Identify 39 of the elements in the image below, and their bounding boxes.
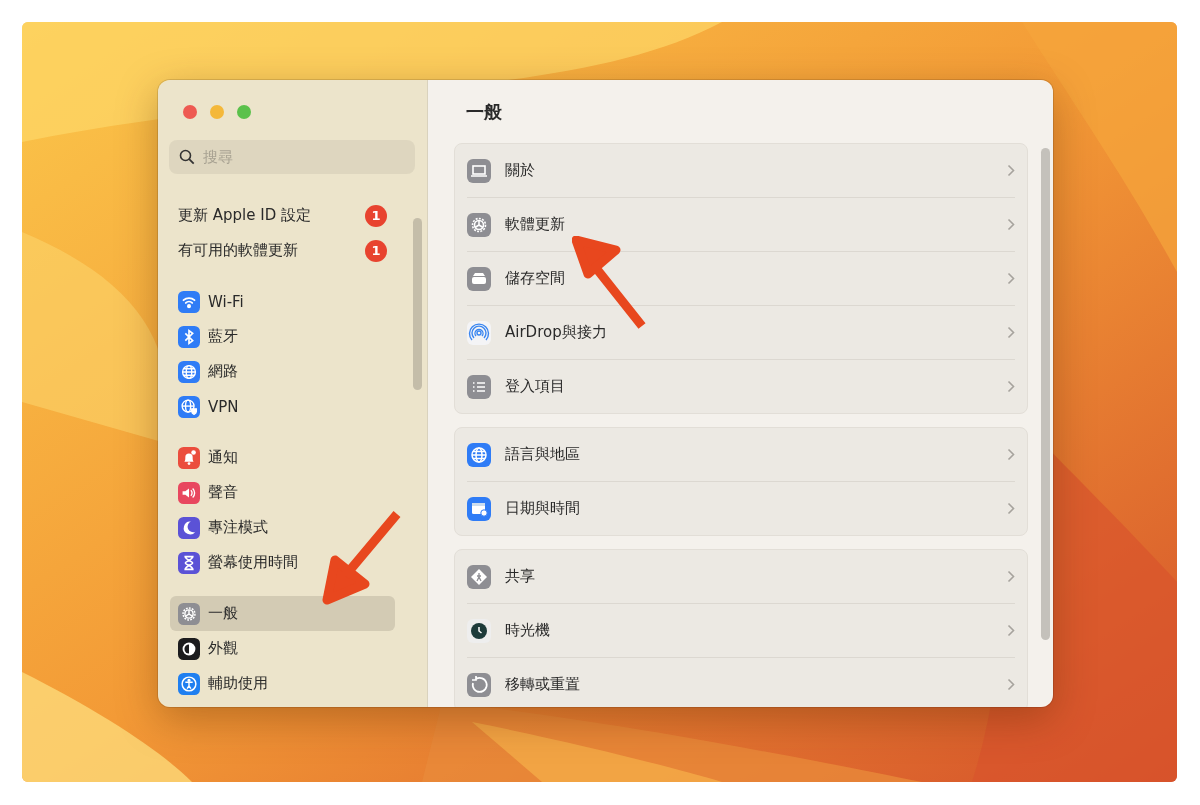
chevron-icon [1007,164,1015,177]
chevron-icon [1007,678,1015,691]
search-icon [179,149,195,165]
chevron-icon [1007,218,1015,231]
page-title: 一般 [466,100,503,124]
sidebar-item[interactable]: 藍牙 [170,319,395,354]
sidebar-item[interactable]: VPN [170,389,395,424]
settings-row[interactable]: 關於 [467,144,1015,197]
chevron-icon [1007,326,1015,339]
scrollbar[interactable] [413,218,422,390]
zoom-button[interactable] [237,105,251,119]
settings-row[interactable]: 共享 [467,550,1015,603]
close-button[interactable] [183,105,197,119]
chevron-icon [1007,624,1015,637]
sidebar-item[interactable]: 更新 Apple ID 設定 1 [170,198,395,233]
settings-row[interactable]: 日期與時間 [467,481,1015,535]
chevron-icon [1007,448,1015,461]
settings-row[interactable]: 語言與地區 [467,428,1015,481]
chevron-icon [1007,272,1015,285]
sidebar-item[interactable]: 聲音 [170,475,395,510]
chevron-icon [1007,502,1015,515]
sidebar-item[interactable]: Wi-Fi [170,284,395,319]
sidebar-item[interactable]: 螢幕使用時間 [170,545,395,580]
count-badge: 1 [365,204,387,227]
chevron-icon [1007,380,1015,393]
sidebar-item[interactable]: 有可用的軟體更新 1 [170,233,395,268]
count-badge: 1 [365,239,387,262]
minimize-button[interactable] [210,105,224,119]
settings-row[interactable]: 移轉或重置 [467,657,1015,707]
settings-row[interactable]: 登入項目 [467,359,1015,413]
sidebar-item[interactable]: 網路 [170,354,395,389]
sidebar-item[interactable]: 通知 [170,440,395,475]
sidebar-item[interactable]: 外觀 [170,631,395,666]
sidebar-item[interactable]: 專注模式 [170,510,395,545]
scrollbar[interactable] [1041,148,1050,640]
settings-row[interactable]: 時光機 [467,603,1015,657]
sidebar-item[interactable]: 輔助使用 [170,666,395,701]
sidebar-item[interactable]: 一般 [170,596,395,631]
chevron-icon [1007,570,1015,583]
